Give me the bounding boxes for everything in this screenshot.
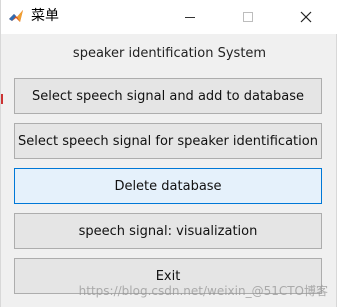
close-icon xyxy=(300,11,312,23)
matlab-app-icon xyxy=(8,8,24,24)
title-bar[interactable]: 菜单 xyxy=(1,0,337,34)
minimize-icon xyxy=(185,16,195,18)
speaker-identification-button[interactable]: Select speech signal for speaker identif… xyxy=(14,123,322,159)
delete-database-button[interactable]: Delete database xyxy=(14,168,322,204)
close-button[interactable] xyxy=(283,0,329,34)
window-title: 菜单 xyxy=(31,8,59,24)
maximize-icon xyxy=(243,12,253,22)
add-to-database-button[interactable]: Select speech signal and add to database xyxy=(14,78,322,114)
menu-window: 菜单 speaker identification System Select … xyxy=(0,0,337,307)
visualization-button[interactable]: speech signal: visualization xyxy=(14,213,322,249)
maximize-button[interactable] xyxy=(225,0,271,34)
system-label: speaker identification System xyxy=(72,46,267,61)
minimize-button[interactable] xyxy=(167,0,213,34)
watermark-text: https://blog.csdn.net/weixin_@51CTO博客 xyxy=(78,284,328,298)
edge-marker xyxy=(1,94,3,104)
